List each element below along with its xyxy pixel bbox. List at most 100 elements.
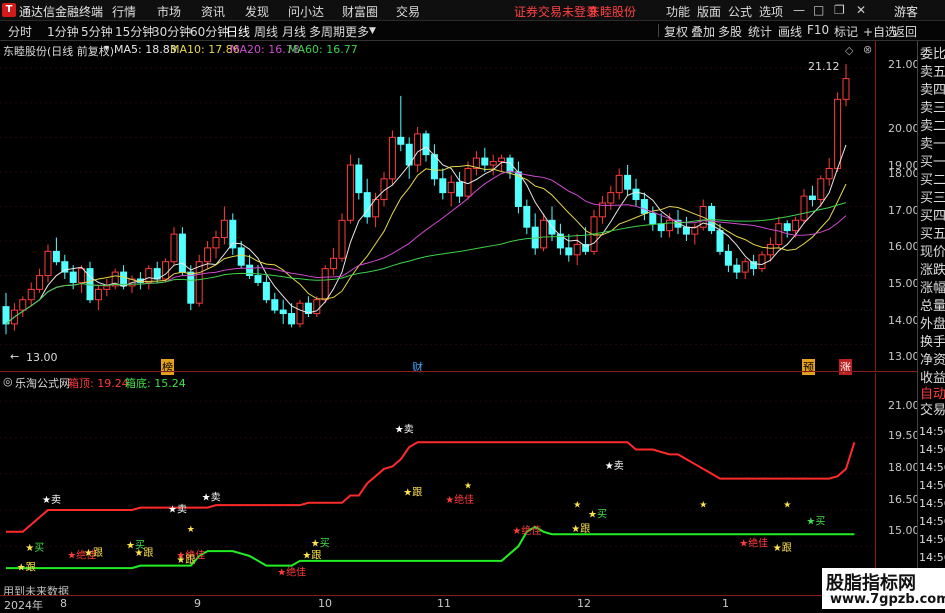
signal-best-label: 绝佳	[521, 524, 541, 537]
menu-news[interactable]: 资讯	[201, 3, 225, 20]
menu-ask[interactable]: 问小达	[288, 3, 324, 20]
menu-market[interactable]: 市场	[157, 3, 181, 20]
candle-body	[69, 271, 77, 283]
chart-settings-icon[interactable]: ◇	[845, 44, 853, 57]
box-top-line	[6, 441, 856, 533]
candle-body	[388, 136, 396, 180]
candle-body	[44, 250, 52, 277]
f10-button[interactable]: F10	[807, 23, 829, 37]
period-15min[interactable]: 15分钟	[115, 23, 154, 40]
trade-tab[interactable]: 交易	[920, 402, 945, 420]
candle-body	[682, 226, 690, 235]
candle-body	[540, 219, 548, 249]
candle-body	[758, 254, 766, 270]
signal-star-icon: ★	[311, 538, 320, 549]
signal-star-icon: ★	[67, 550, 76, 561]
menu-formula[interactable]: 公式	[728, 3, 752, 20]
tick-time: 14:56	[919, 479, 945, 492]
indicator-title: 乐淘公式网	[15, 377, 70, 390]
candle-body	[800, 195, 808, 221]
signal-star-icon: ★	[571, 524, 580, 535]
rp-item: 买四	[920, 209, 945, 224]
candle-body	[808, 195, 816, 201]
maximize-icon[interactable]: □	[813, 3, 824, 17]
period-5min[interactable]: 5分钟	[81, 23, 113, 40]
signal-star-icon: ★	[699, 501, 707, 511]
candle-body	[766, 243, 774, 256]
candle-body	[414, 133, 422, 166]
candle-body	[565, 247, 573, 256]
mark-button[interactable]: 标记	[834, 23, 858, 40]
add-watchlist-button[interactable]: +自选	[863, 23, 897, 40]
indicator-settings-icon[interactable]: ◎	[3, 375, 13, 388]
indicator-tick: 16.50	[888, 493, 920, 506]
restore-icon[interactable]: ❐	[834, 3, 845, 17]
period-more[interactable]: 更多	[345, 23, 369, 40]
candle-body	[220, 219, 228, 239]
candle-body	[237, 247, 245, 266]
candle-body	[439, 178, 447, 194]
candle-body	[640, 199, 648, 214]
menu-function[interactable]: 功能	[666, 3, 690, 20]
minimize-icon[interactable]: —	[793, 3, 805, 17]
menu-discover[interactable]: 发现	[245, 3, 269, 20]
period-weekly[interactable]: 周线	[254, 23, 278, 40]
high-price-label: 21.12	[808, 60, 840, 73]
login-notice[interactable]: 证券交易未登录	[514, 3, 598, 20]
rp-item: 买三	[920, 191, 945, 206]
candle-body	[750, 261, 758, 270]
signal-star-icon: ★	[395, 425, 404, 436]
back-button[interactable]: 返回	[893, 23, 917, 40]
signal-star-icon: ★	[134, 548, 143, 559]
period-daily[interactable]: 日线	[226, 23, 250, 40]
period-60min[interactable]: 60分钟	[190, 23, 229, 40]
period-30min[interactable]: 30分钟	[152, 23, 191, 40]
signal-star-icon: ★	[773, 543, 782, 554]
chart-close-icon[interactable]: ⊗	[863, 43, 872, 56]
candle-body	[355, 164, 363, 194]
signal-follow-label: 跟	[782, 542, 792, 554]
candle-body	[834, 98, 842, 169]
rp-item: 卖四	[920, 83, 945, 98]
candle-body	[346, 164, 354, 221]
signal-star-icon: ★	[588, 509, 597, 520]
candle-body	[481, 157, 489, 166]
overlay-button[interactable]: 叠加	[691, 23, 715, 40]
candlestick-chart[interactable]	[0, 41, 875, 371]
draw-button[interactable]: 画线	[778, 23, 802, 40]
period-monthly[interactable]: 月线	[282, 23, 306, 40]
watermark-badge: 股脂指标网 www.7gpzb.com	[822, 568, 945, 609]
more-dropdown-icon[interactable]: ▼	[369, 26, 376, 36]
close-icon[interactable]: ✕	[856, 3, 866, 17]
candle-body	[607, 192, 615, 204]
box-indicator-chart[interactable]: ★ 卖★ 卖★ 卖★ 卖★ 卖★ 买 ★ 买 ★ 买★ 买★ 买★ 绝佳 ★ 绝佳★ 绝佳★ 绝佳★ 绝佳★ 绝佳★ 跟…	[0, 373, 875, 595]
signal-star-icon: ★	[84, 548, 93, 559]
signal-star-icon: ★	[806, 517, 815, 528]
signal-sell-label: 卖	[404, 424, 414, 436]
candle-body	[724, 250, 732, 266]
candle-body	[170, 233, 178, 263]
tick-time: 14:56	[919, 533, 945, 546]
order-book-panel: 委比 卖五 卖四 卖三 卖二 卖一 买一 买二 买三 买四 买五 现价 涨跌 涨…	[917, 41, 945, 609]
menu-options[interactable]: 选项	[759, 3, 783, 20]
tick-time: 14:56	[919, 551, 945, 564]
menu-quotes[interactable]: 行情	[112, 3, 136, 20]
tick-time: 14:56	[919, 443, 945, 456]
date-label: 8	[60, 597, 67, 610]
signal-sell-label: 卖	[211, 491, 221, 503]
period-multi[interactable]: 多周期	[309, 23, 345, 40]
period-1min[interactable]: 1分钟	[47, 23, 79, 40]
menu-trade[interactable]: 交易	[396, 3, 420, 20]
multi-stock-button[interactable]: 多股	[718, 23, 742, 40]
menu-layout[interactable]: 版面	[697, 3, 721, 20]
signal-best-label: 绝佳	[286, 565, 306, 578]
menu-wealth[interactable]: 财富圈	[342, 3, 378, 20]
low-price-label: 13.00	[26, 351, 58, 364]
candle-body	[447, 181, 455, 194]
candle-body	[36, 275, 44, 290]
candle-body	[187, 271, 195, 304]
adjust-button[interactable]: 复权	[664, 23, 688, 40]
guest-label[interactable]: 游客	[894, 3, 918, 20]
period-intraday[interactable]: 分时	[8, 23, 32, 40]
stats-button[interactable]: 统计	[748, 23, 772, 40]
